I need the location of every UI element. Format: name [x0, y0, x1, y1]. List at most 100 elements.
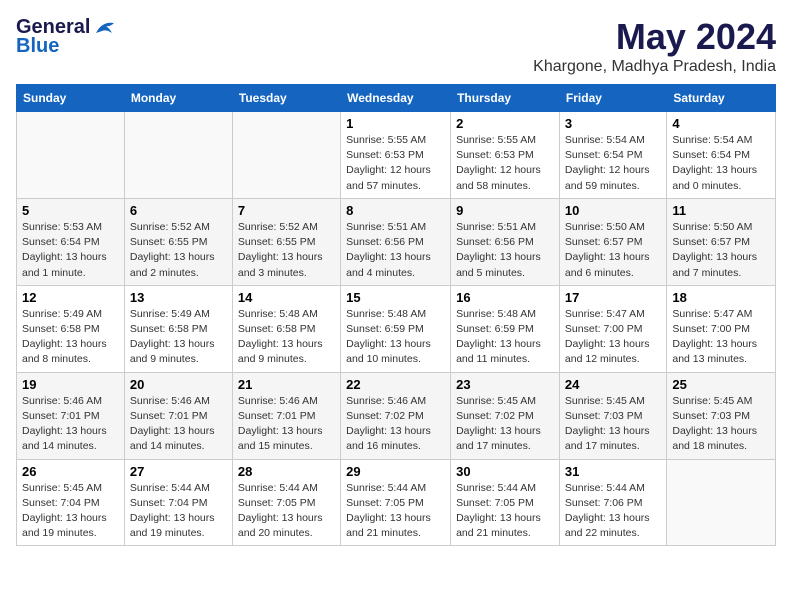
day-number: 4 [672, 116, 770, 131]
day-number: 18 [672, 290, 770, 305]
day-info: Sunrise: 5:47 AM Sunset: 7:00 PM Dayligh… [565, 307, 661, 368]
day-number: 6 [130, 203, 227, 218]
day-info: Sunrise: 5:46 AM Sunset: 7:01 PM Dayligh… [130, 394, 227, 455]
calendar-cell: 9Sunrise: 5:51 AM Sunset: 6:56 PM Daylig… [451, 198, 560, 285]
day-info: Sunrise: 5:50 AM Sunset: 6:57 PM Dayligh… [565, 220, 661, 281]
day-info: Sunrise: 5:55 AM Sunset: 6:53 PM Dayligh… [346, 133, 445, 194]
day-number: 7 [238, 203, 335, 218]
day-number: 20 [130, 377, 227, 392]
week-row-1: 1 Sunrise: 5:55 AM Sunset: 6:53 PM Daylig… [17, 112, 776, 199]
day-number: 23 [456, 377, 554, 392]
calendar-cell: 27 Sunrise: 5:44 AM Sunset: 7:04 PM Dayli… [124, 459, 232, 546]
calendar-cell: 16 Sunrise: 5:48 AM Sunset: 6:59 PM Dayli… [451, 285, 560, 372]
day-number: 27 [130, 464, 227, 479]
month-year-title: May 2024 [533, 16, 776, 58]
title-area: May 2024 Khargone, Madhya Pradesh, India [533, 16, 776, 76]
day-number: 24 [565, 377, 661, 392]
day-number: 1 [346, 116, 445, 131]
day-info: Sunrise: 5:48 AM Sunset: 6:58 PM Dayligh… [238, 307, 335, 368]
day-info: Sunrise: 5:45 AM Sunset: 7:02 PM Dayligh… [456, 394, 554, 455]
calendar-cell: 28Sunrise: 5:44 AM Sunset: 7:05 PM Dayli… [232, 459, 340, 546]
calendar-cell: 13 Sunrise: 5:49 AM Sunset: 6:58 PM Dayli… [124, 285, 232, 372]
day-number: 21 [238, 377, 335, 392]
calendar-cell: 10 Sunrise: 5:50 AM Sunset: 6:57 PM Dayli… [559, 198, 666, 285]
day-number: 28 [238, 464, 335, 479]
day-number: 17 [565, 290, 661, 305]
day-info: Sunrise: 5:51 AM Sunset: 6:56 PM Dayligh… [346, 220, 445, 281]
calendar-cell: 17 Sunrise: 5:47 AM Sunset: 7:00 PM Dayli… [559, 285, 666, 372]
week-row-4: 19 Sunrise: 5:46 AM Sunset: 7:01 PM Dayli… [17, 372, 776, 459]
day-number: 15 [346, 290, 445, 305]
day-number: 3 [565, 116, 661, 131]
day-header-thursday: Thursday [451, 85, 560, 112]
calendar-cell: 23 Sunrise: 5:45 AM Sunset: 7:02 PM Dayli… [451, 372, 560, 459]
calendar-cell: 7 Sunrise: 5:52 AM Sunset: 6:55 PM Daylig… [232, 198, 340, 285]
day-number: 19 [22, 377, 119, 392]
calendar-cell: 20 Sunrise: 5:46 AM Sunset: 7:01 PM Dayli… [124, 372, 232, 459]
day-number: 2 [456, 116, 554, 131]
day-info: Sunrise: 5:49 AM Sunset: 6:58 PM Dayligh… [130, 307, 227, 368]
day-header-wednesday: Wednesday [341, 85, 451, 112]
day-info: Sunrise: 5:50 AM Sunset: 6:57 PM Dayligh… [672, 220, 770, 281]
calendar-cell: 21 Sunrise: 5:46 AM Sunset: 7:01 PM Dayli… [232, 372, 340, 459]
day-number: 31 [565, 464, 661, 479]
day-number: 29 [346, 464, 445, 479]
day-info: Sunrise: 5:44 AM Sunset: 7:04 PM Dayligh… [130, 481, 227, 542]
day-info: Sunrise: 5:44 AM Sunset: 7:05 PM Dayligh… [456, 481, 554, 542]
week-row-2: 5Sunrise: 5:53 AM Sunset: 6:54 PM Daylig… [17, 198, 776, 285]
calendar-cell: 1 Sunrise: 5:55 AM Sunset: 6:53 PM Daylig… [341, 112, 451, 199]
day-number: 10 [565, 203, 661, 218]
day-number: 11 [672, 203, 770, 218]
calendar-cell: 30 Sunrise: 5:44 AM Sunset: 7:05 PM Dayli… [451, 459, 560, 546]
day-info: Sunrise: 5:46 AM Sunset: 7:01 PM Dayligh… [238, 394, 335, 455]
logo: General Blue [16, 16, 118, 58]
calendar-cell: 22Sunrise: 5:46 AM Sunset: 7:02 PM Dayli… [341, 372, 451, 459]
calendar-cell: 11 Sunrise: 5:50 AM Sunset: 6:57 PM Dayli… [667, 198, 776, 285]
week-row-3: 12Sunrise: 5:49 AM Sunset: 6:58 PM Dayli… [17, 285, 776, 372]
calendar-cell: 31Sunrise: 5:44 AM Sunset: 7:06 PM Dayli… [559, 459, 666, 546]
day-header-tuesday: Tuesday [232, 85, 340, 112]
day-info: Sunrise: 5:52 AM Sunset: 6:55 PM Dayligh… [130, 220, 227, 281]
day-number: 25 [672, 377, 770, 392]
days-header-row: SundayMondayTuesdayWednesdayThursdayFrid… [17, 85, 776, 112]
day-info: Sunrise: 5:48 AM Sunset: 6:59 PM Dayligh… [456, 307, 554, 368]
day-number: 22 [346, 377, 445, 392]
calendar-cell: 14 Sunrise: 5:48 AM Sunset: 6:58 PM Dayli… [232, 285, 340, 372]
calendar-cell: 5Sunrise: 5:53 AM Sunset: 6:54 PM Daylig… [17, 198, 125, 285]
calendar-cell: 12Sunrise: 5:49 AM Sunset: 6:58 PM Dayli… [17, 285, 125, 372]
calendar-cell: 8 Sunrise: 5:51 AM Sunset: 6:56 PM Daylig… [341, 198, 451, 285]
day-info: Sunrise: 5:45 AM Sunset: 7:04 PM Dayligh… [22, 481, 119, 542]
calendar-cell: 24Sunrise: 5:45 AM Sunset: 7:03 PM Dayli… [559, 372, 666, 459]
day-info: Sunrise: 5:45 AM Sunset: 7:03 PM Dayligh… [672, 394, 770, 455]
calendar-cell [667, 459, 776, 546]
logo-blue-text: Blue [16, 35, 59, 58]
calendar-cell: 19Sunrise: 5:46 AM Sunset: 7:01 PM Dayli… [17, 372, 125, 459]
week-row-5: 26Sunrise: 5:45 AM Sunset: 7:04 PM Dayli… [17, 459, 776, 546]
calendar-cell [17, 112, 125, 199]
day-info: Sunrise: 5:52 AM Sunset: 6:55 PM Dayligh… [238, 220, 335, 281]
day-info: Sunrise: 5:51 AM Sunset: 6:56 PM Dayligh… [456, 220, 554, 281]
day-info: Sunrise: 5:54 AM Sunset: 6:54 PM Dayligh… [565, 133, 661, 194]
day-header-friday: Friday [559, 85, 666, 112]
calendar-cell: 3 Sunrise: 5:54 AM Sunset: 6:54 PM Daylig… [559, 112, 666, 199]
calendar-cell: 18 Sunrise: 5:47 AM Sunset: 7:00 PM Dayli… [667, 285, 776, 372]
location-subtitle: Khargone, Madhya Pradesh, India [533, 58, 776, 76]
day-number: 14 [238, 290, 335, 305]
calendar-cell [232, 112, 340, 199]
day-number: 16 [456, 290, 554, 305]
day-info: Sunrise: 5:44 AM Sunset: 7:05 PM Dayligh… [346, 481, 445, 542]
day-number: 30 [456, 464, 554, 479]
day-header-sunday: Sunday [17, 85, 125, 112]
calendar-cell: 6 Sunrise: 5:52 AM Sunset: 6:55 PM Daylig… [124, 198, 232, 285]
day-info: Sunrise: 5:48 AM Sunset: 6:59 PM Dayligh… [346, 307, 445, 368]
calendar-cell: 25 Sunrise: 5:45 AM Sunset: 7:03 PM Dayli… [667, 372, 776, 459]
day-number: 13 [130, 290, 227, 305]
logo-bird-icon [92, 19, 118, 37]
day-number: 5 [22, 203, 119, 218]
calendar-cell: 15 Sunrise: 5:48 AM Sunset: 6:59 PM Dayli… [341, 285, 451, 372]
day-info: Sunrise: 5:47 AM Sunset: 7:00 PM Dayligh… [672, 307, 770, 368]
day-number: 8 [346, 203, 445, 218]
page-header: General Blue May 2024 Khargone, Madhya P… [16, 16, 776, 76]
calendar-cell: 26Sunrise: 5:45 AM Sunset: 7:04 PM Dayli… [17, 459, 125, 546]
calendar-table: SundayMondayTuesdayWednesdayThursdayFrid… [16, 84, 776, 546]
